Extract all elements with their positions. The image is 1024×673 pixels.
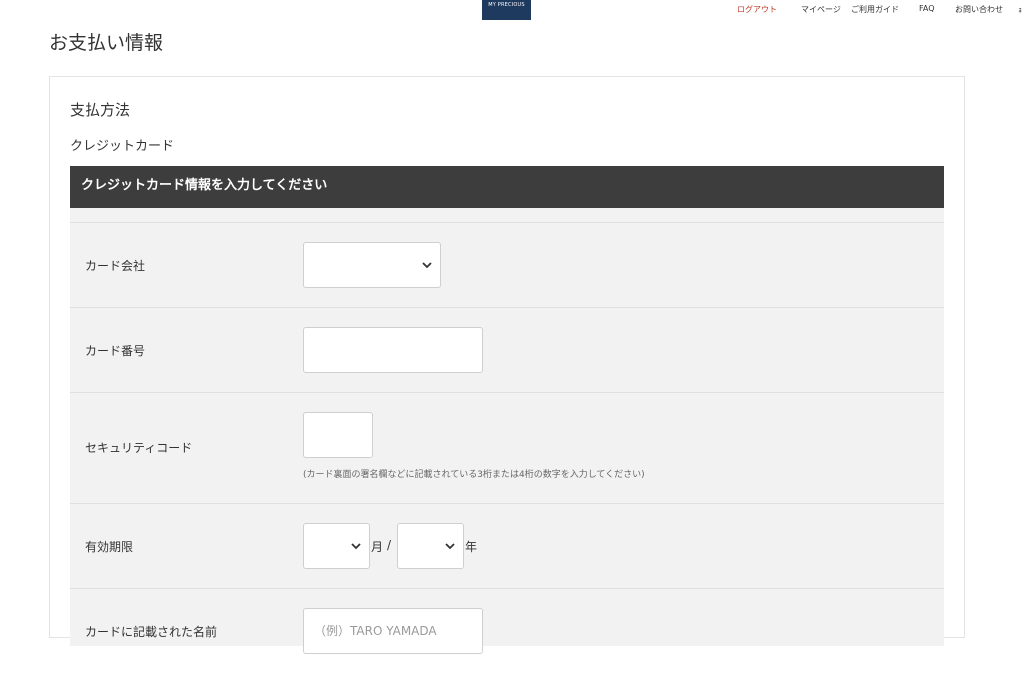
card-company-row: カード会社 bbox=[70, 223, 944, 308]
card-number-row: カード番号 bbox=[70, 308, 944, 393]
expiry-label: 有効期限 bbox=[85, 540, 134, 554]
expiry-row: 有効期限 月 / 年 bbox=[70, 504, 944, 589]
card-company-select[interactable] bbox=[303, 242, 441, 288]
card-name-label: カードに記載された名前 bbox=[85, 625, 218, 639]
expiry-separator: / bbox=[387, 538, 392, 552]
credit-card-form: クレジットカード情報を入力してください カード会社 カード番号 セキュリティコー… bbox=[70, 166, 944, 654]
security-code-hint: (カード裏面の署名欄などに記載されている3桁または4桁の数字を入力してください) bbox=[303, 470, 645, 480]
nav-logout-link[interactable]: ログアウト bbox=[737, 4, 777, 15]
expiry-year-unit: 年 bbox=[465, 540, 478, 554]
card-name-row: カードに記載された名前 bbox=[70, 589, 944, 673]
expiry-month-select[interactable] bbox=[303, 523, 370, 569]
card-number-label: カード番号 bbox=[85, 344, 146, 358]
security-code-input[interactable] bbox=[303, 412, 373, 458]
nav-contact-link[interactable]: お問い合わせ bbox=[955, 4, 1003, 15]
top-navigation: ログアウト マイページ ご利用ガイド FAQ お問い合わせ ｮ bbox=[0, 4, 1024, 18]
chevron-down-icon bbox=[351, 543, 361, 550]
security-code-label: セキュリティコード bbox=[85, 441, 193, 455]
nav-cut-link[interactable]: ｮ bbox=[1018, 4, 1022, 15]
chevron-down-icon bbox=[422, 262, 432, 269]
nav-guide-link[interactable]: ご利用ガイド bbox=[851, 4, 899, 15]
credit-card-form-header: クレジットカード情報を入力してください bbox=[70, 166, 944, 208]
form-spacer bbox=[70, 208, 944, 223]
expiry-month-unit: 月 bbox=[371, 540, 384, 554]
nav-faq-link[interactable]: FAQ bbox=[919, 4, 935, 13]
payment-method-heading: 支払方法 bbox=[70, 101, 131, 119]
security-code-row: セキュリティコード (カード裏面の署名欄などに記載されている3桁または4桁の数字… bbox=[70, 393, 944, 504]
page-title: お支払い情報 bbox=[49, 32, 164, 54]
payment-card: 支払方法 クレジットカード クレジットカード情報を入力してください カード会社 … bbox=[49, 76, 965, 654]
card-company-label: カード会社 bbox=[85, 259, 146, 273]
chevron-down-icon bbox=[445, 543, 455, 550]
payment-method-value: クレジットカード bbox=[70, 139, 175, 154]
card-number-input[interactable] bbox=[303, 327, 483, 373]
expiry-year-select[interactable] bbox=[397, 523, 464, 569]
card-name-input[interactable] bbox=[303, 608, 483, 654]
nav-mypage-link[interactable]: マイページ bbox=[801, 4, 841, 15]
